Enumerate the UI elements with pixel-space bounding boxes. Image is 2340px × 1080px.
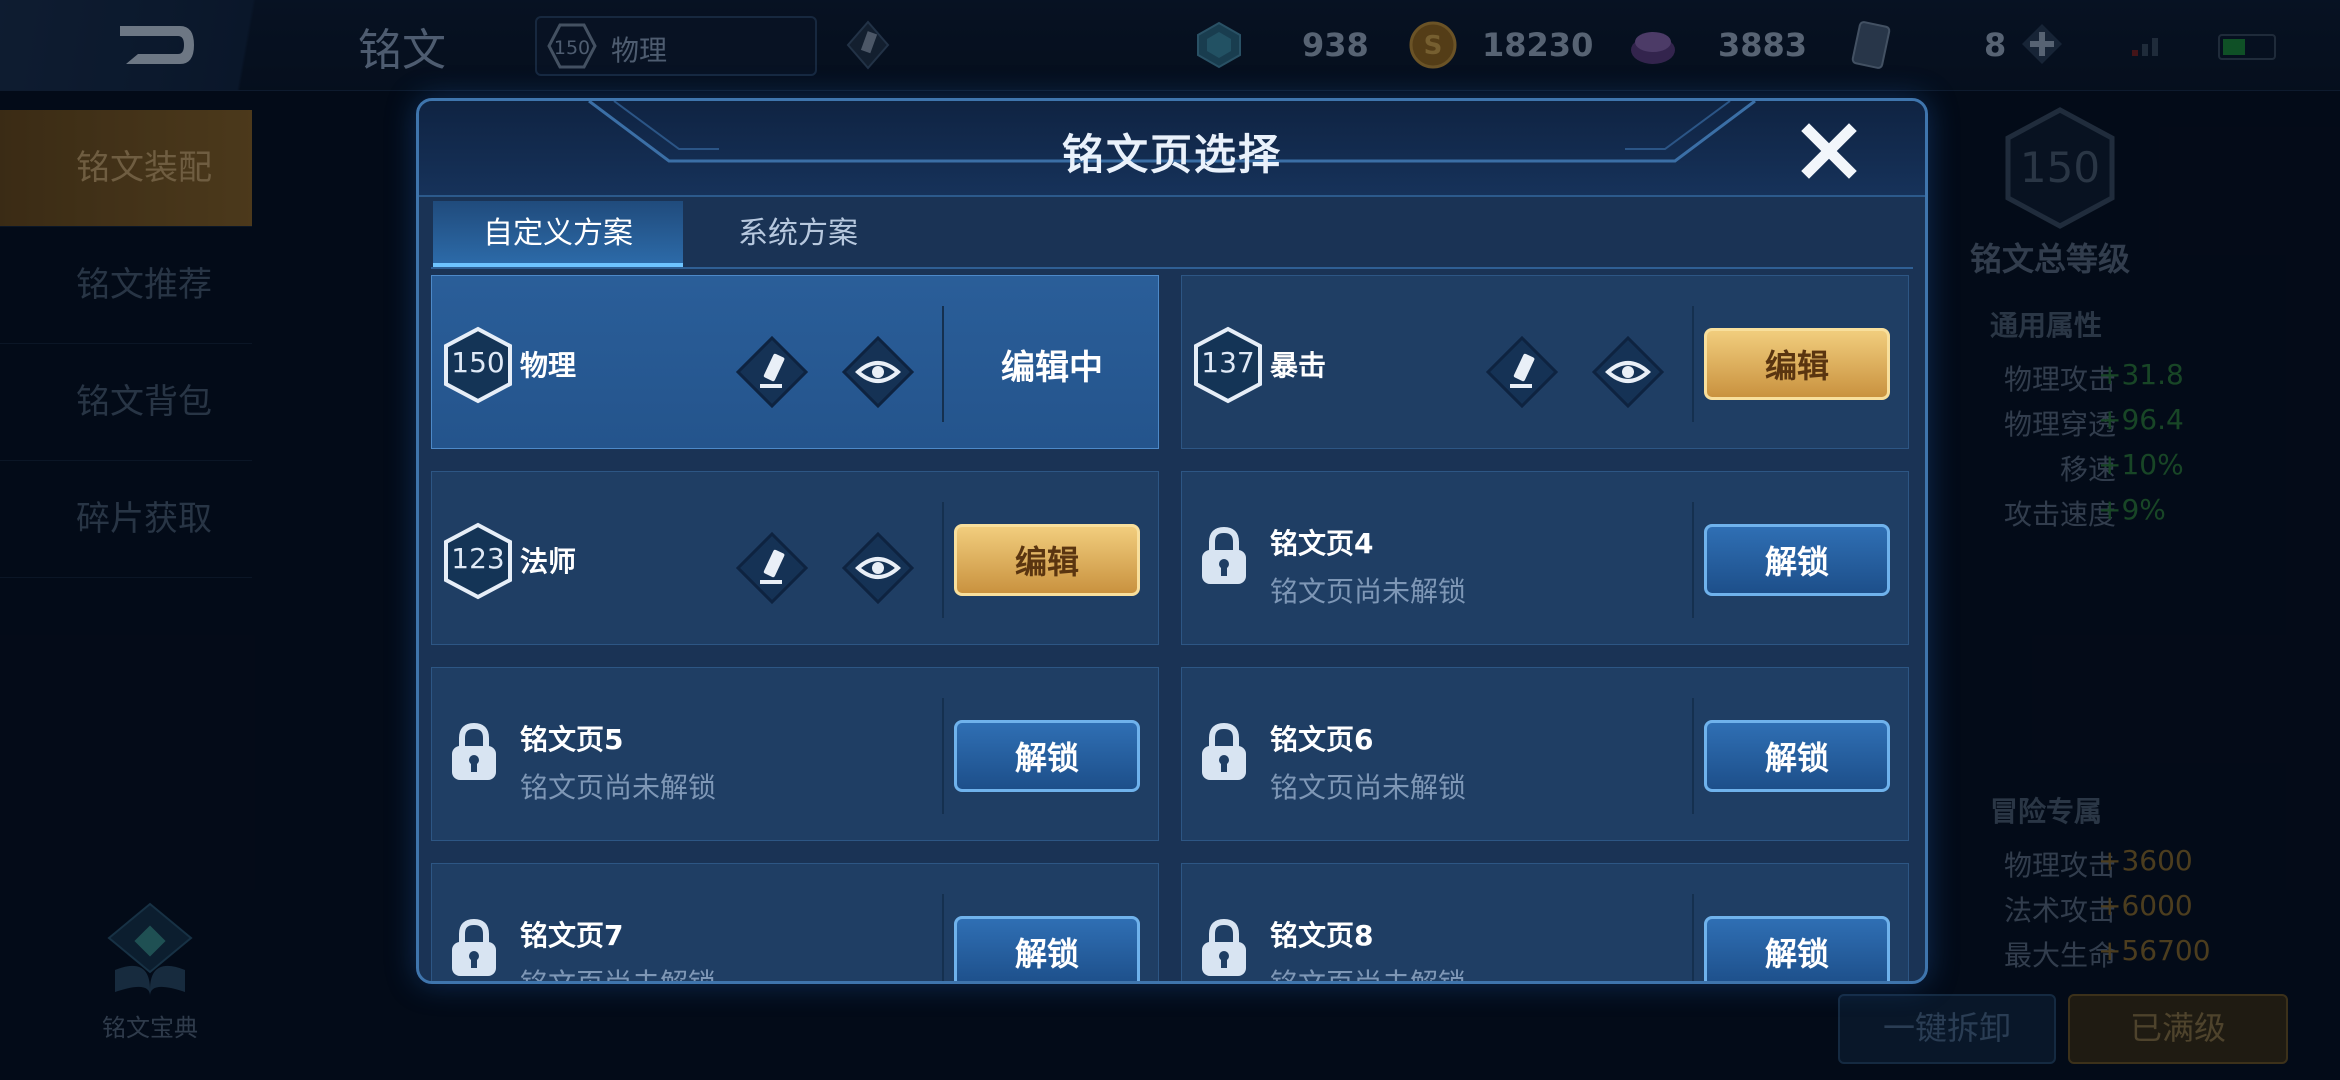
page-name: 铭文页7 xyxy=(520,919,624,952)
rename-pencil-icon[interactable] xyxy=(734,334,810,410)
lock-icon xyxy=(1202,918,1246,976)
unlock-button[interactable]: 解锁 xyxy=(954,720,1140,792)
locked-hint: 铭文页尚未解锁 xyxy=(1270,967,1467,984)
page-name: 铭文页5 xyxy=(520,723,624,756)
divider xyxy=(1692,894,1694,981)
divider xyxy=(1692,502,1694,618)
page-name: 铭文页6 xyxy=(1270,723,1374,756)
locked-hint: 铭文页尚未解锁 xyxy=(1270,575,1467,608)
unlock-button[interactable]: 解锁 xyxy=(1704,524,1890,596)
locked-hint: 铭文页尚未解锁 xyxy=(520,967,717,984)
preview-eye-icon[interactable] xyxy=(840,334,916,410)
preview-eye-icon[interactable] xyxy=(840,530,916,606)
page-level-badge: 137 xyxy=(1192,326,1264,404)
dialog-title: 铭文页选择 xyxy=(1061,130,1282,179)
page-name: 物理 xyxy=(520,349,577,382)
rune-page-card-7[interactable]: 铭文页7 铭文页尚未解锁 解锁 xyxy=(431,863,1159,984)
unlock-button[interactable]: 解锁 xyxy=(1704,720,1890,792)
divider xyxy=(1692,306,1694,422)
divider xyxy=(1692,698,1694,814)
lock-icon xyxy=(1202,526,1246,584)
page-name: 暴击 xyxy=(1270,349,1327,382)
page-level-badge: 123 xyxy=(442,522,514,600)
divider xyxy=(942,502,944,618)
divider xyxy=(942,698,944,814)
editing-status: 编辑中 xyxy=(1001,348,1103,388)
edit-button[interactable]: 编辑 xyxy=(1704,328,1890,400)
rune-page-card-6[interactable]: 铭文页6 铭文页尚未解锁 解锁 xyxy=(1181,667,1909,841)
lock-icon xyxy=(452,722,496,780)
page-level-badge: 150 xyxy=(442,326,514,404)
lock-icon xyxy=(1202,722,1246,780)
rune-page-card-3[interactable]: 123 法师 编辑 xyxy=(431,471,1159,645)
close-icon[interactable] xyxy=(1797,119,1861,183)
unlock-button[interactable]: 解锁 xyxy=(1704,916,1890,981)
locked-hint: 铭文页尚未解锁 xyxy=(1270,771,1467,804)
rune-page-card-2[interactable]: 137 暴击 编辑 xyxy=(1181,275,1909,449)
page-name: 法师 xyxy=(520,545,577,578)
locked-hint: 铭文页尚未解锁 xyxy=(520,771,717,804)
rune-page-select-dialog: 铭文页选择 自定义方案 系统方案 150 物理 编辑中 137 暴击 编辑 12… xyxy=(416,98,1928,984)
dialog-header: 铭文页选择 xyxy=(419,101,1925,197)
rename-pencil-icon[interactable] xyxy=(1484,334,1560,410)
page-name: 铭文页8 xyxy=(1270,919,1374,952)
lock-icon xyxy=(452,918,496,976)
page-name: 铭文页4 xyxy=(1270,527,1374,560)
preview-eye-icon[interactable] xyxy=(1590,334,1666,410)
tab-custom[interactable]: 自定义方案 xyxy=(433,201,683,267)
rune-page-card-5[interactable]: 铭文页5 铭文页尚未解锁 解锁 xyxy=(431,667,1159,841)
scheme-tabs: 自定义方案 系统方案 xyxy=(431,201,1913,269)
tab-system[interactable]: 系统方案 xyxy=(693,201,903,267)
rename-pencil-icon[interactable] xyxy=(734,530,810,606)
edit-button[interactable]: 编辑 xyxy=(954,524,1140,596)
rune-page-card-4[interactable]: 铭文页4 铭文页尚未解锁 解锁 xyxy=(1181,471,1909,645)
unlock-button[interactable]: 解锁 xyxy=(954,916,1140,981)
rune-page-card-8[interactable]: 铭文页8 铭文页尚未解锁 解锁 xyxy=(1181,863,1909,984)
divider xyxy=(942,894,944,981)
rune-page-card-1[interactable]: 150 物理 编辑中 xyxy=(431,275,1159,449)
